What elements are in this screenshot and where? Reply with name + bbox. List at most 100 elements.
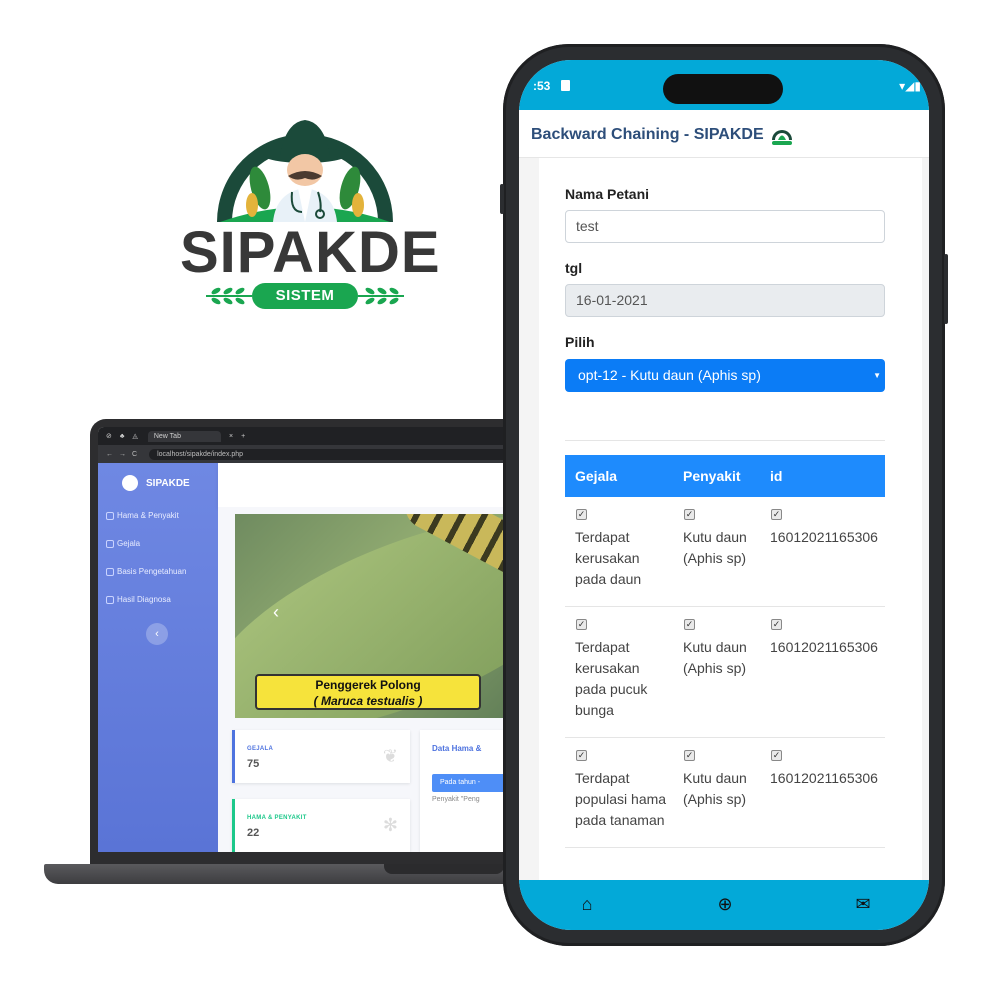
penyakit-cell: ✓ Kutu daun (Aphis sp) bbox=[673, 606, 760, 738]
farmer-doctor-emblem-icon bbox=[217, 120, 393, 222]
browser-tab-icon[interactable]: ♣ bbox=[120, 433, 125, 440]
sipakde-logo: SIPAKDE SISTEM PAKAR bbox=[180, 100, 441, 330]
phone-content: Nama Petani test tgl 16-01-2021 Pilih op… bbox=[519, 158, 929, 880]
penyakit-cell: ✓ Kutu daun (Aphis sp) bbox=[673, 737, 760, 848]
laptop-screen: ⊘ ♣ ◬ New Tab × + ←→C localhost/sipakde/… bbox=[98, 427, 556, 852]
form-divider bbox=[565, 440, 885, 441]
browser-tab-active[interactable]: New Tab bbox=[147, 430, 221, 442]
penyakit-cell: ✓ Kutu daun (Aphis sp) bbox=[673, 497, 760, 607]
logo-brand: SIPAKDE bbox=[180, 220, 441, 285]
browser-tab-icon[interactable]: ⊘ bbox=[106, 432, 112, 440]
status-icons: ▾◢▮ bbox=[899, 79, 921, 93]
hama-penyakit-stat-card[interactable]: HAMA & PENYAKIT 22 ✻ bbox=[232, 799, 410, 852]
carousel-caption: Penggerek Polong ( Maruca testualis ) bbox=[255, 674, 481, 710]
gejala-stat-card[interactable]: GEJALA 75 ❦ bbox=[232, 730, 410, 783]
checkbox-checked[interactable]: ✓ bbox=[684, 619, 695, 630]
sidebar-brand-label: SIPAKDE bbox=[146, 477, 190, 489]
sidebar-item-label: Hasil Diagnosa bbox=[117, 595, 171, 604]
browser-tab-icon[interactable]: ◬ bbox=[132, 432, 137, 440]
table-icon bbox=[106, 595, 114, 604]
checkbox-checked[interactable]: ✓ bbox=[684, 509, 695, 520]
sidebar-item-hama-penyakit[interactable]: Hama & Penyakit bbox=[106, 511, 179, 520]
gejala-text: Terdapat kerusakan pada daun bbox=[575, 529, 642, 587]
logo-tagline: SISTEM PAKAR bbox=[252, 283, 358, 330]
checkbox-checked[interactable]: ✓ bbox=[576, 509, 587, 520]
id-cell: ✓ 16012021165306 bbox=[760, 737, 885, 848]
checkbox-checked[interactable]: ✓ bbox=[771, 750, 782, 761]
phone-side-button bbox=[500, 184, 504, 214]
browser-nav-icons[interactable]: ←→C bbox=[106, 451, 143, 458]
gejala-text: Terdapat kerusakan pada pucuk bunga bbox=[575, 639, 648, 718]
pilih-label: Pilih bbox=[565, 334, 595, 350]
sidebar-item-label: Basis Pengetahuan bbox=[117, 567, 187, 576]
column-header-penyakit: Penyakit bbox=[673, 455, 760, 497]
address-input[interactable]: localhost/sipakde/index.php bbox=[149, 448, 510, 460]
laptop-notch bbox=[384, 864, 504, 874]
pest-image-carousel: ‹ Penggerek Polong ( Maruca testualis ) bbox=[235, 514, 535, 718]
checkbox-checked[interactable]: ✓ bbox=[771, 509, 782, 520]
card-title: Data Hama & bbox=[432, 744, 482, 753]
checkbox-checked[interactable]: ✓ bbox=[684, 750, 695, 761]
gejala-cell: ✓ Terdapat kerusakan pada daun bbox=[565, 497, 673, 607]
browser-address-bar: ←→C localhost/sipakde/index.php bbox=[98, 445, 556, 463]
nama-petani-input[interactable]: test bbox=[565, 210, 885, 243]
penyakit-text: Kutu daun (Aphis sp) bbox=[683, 639, 747, 676]
table-row: ✓ Terdapat populasi hama pada tanaman ✓ Ku… bbox=[565, 737, 885, 848]
checkbox-checked[interactable]: ✓ bbox=[576, 619, 587, 630]
new-tab-icon[interactable]: + bbox=[241, 433, 245, 440]
checkbox-checked[interactable]: ✓ bbox=[576, 750, 587, 761]
penyakit-text: Kutu daun (Aphis sp) bbox=[683, 529, 747, 566]
gejala-cell: ✓ Terdapat kerusakan pada pucuk bunga bbox=[565, 606, 673, 738]
leaf-icon bbox=[106, 539, 114, 548]
id-text: 16012021165306 bbox=[770, 529, 878, 545]
dynamic-island bbox=[663, 74, 783, 104]
app-bar: Backward Chaining - SIPAKDE bbox=[519, 110, 929, 158]
table-row: ✓ Terdapat kerusakan pada daun ✓ Kutu daun… bbox=[565, 497, 885, 607]
chat-icon[interactable]: ✉ bbox=[852, 893, 874, 915]
phone-mockup: :53 ▾◢▮ Backward Chaining - SIPAKDE Nama… bbox=[500, 44, 948, 946]
diagnosis-form-panel: Nama Petani test tgl 16-01-2021 Pilih op… bbox=[539, 158, 922, 880]
table-row: ✓ Terdapat kerusakan pada pucuk bunga ✓ Ku… bbox=[565, 606, 885, 738]
sidebar-item-gejala[interactable]: Gejala bbox=[106, 539, 140, 548]
status-time: :53 bbox=[533, 79, 551, 93]
id-text: 16012021165306 bbox=[770, 770, 878, 786]
tgl-label: tgl bbox=[565, 260, 583, 276]
sidebar-toggle-button[interactable]: ‹ bbox=[146, 623, 168, 645]
sidebar-item-label: Gejala bbox=[117, 539, 141, 548]
sidebar-item-label: Hama & Penyakit bbox=[117, 511, 179, 520]
tgl-input[interactable]: 16-01-2021 bbox=[565, 284, 885, 317]
stat-value: 75 bbox=[247, 758, 260, 770]
sim-icon bbox=[561, 80, 570, 91]
checkbox-checked[interactable]: ✓ bbox=[771, 619, 782, 630]
carousel-prev-button[interactable]: ‹ bbox=[273, 602, 279, 623]
caption-line-2: ( Maruca testualis ) bbox=[313, 694, 423, 708]
id-cell: ✓ 16012021165306 bbox=[760, 497, 885, 607]
bug-icon bbox=[106, 511, 114, 520]
column-header-id: id bbox=[760, 455, 885, 497]
sidebar-item-hasil-diagnosa[interactable]: Hasil Diagnosa bbox=[106, 595, 171, 604]
gejala-text: Terdapat populasi hama pada tanaman bbox=[575, 770, 667, 828]
sidebar-brand[interactable]: SIPAKDE bbox=[122, 475, 190, 491]
brand-logo-icon bbox=[122, 475, 138, 491]
column-header-gejala: Gejala bbox=[565, 455, 673, 497]
phone-side-button bbox=[944, 254, 948, 324]
phone-screen: :53 ▾◢▮ Backward Chaining - SIPAKDE Nama… bbox=[519, 60, 929, 930]
sidebar-item-basis-pengetahuan[interactable]: Basis Pengetahuan bbox=[106, 567, 186, 576]
chevron-down-icon: ▼ bbox=[873, 371, 881, 380]
pilih-select[interactable]: opt-12 - Kutu daun (Aphis sp) ▼ bbox=[565, 359, 885, 392]
bug-icon: ✻ bbox=[382, 815, 398, 835]
close-tab-icon[interactable]: × bbox=[229, 433, 233, 440]
gejala-cell: ✓ Terdapat populasi hama pada tanaman bbox=[565, 737, 673, 848]
id-cell: ✓ 16012021165306 bbox=[760, 606, 885, 738]
stat-value: 22 bbox=[247, 827, 260, 839]
stat-label: GEJALA bbox=[247, 746, 274, 752]
card-subtext: Penyakit "Peng bbox=[432, 796, 480, 803]
add-circle-icon[interactable]: ⊕ bbox=[714, 893, 736, 915]
table-icon bbox=[106, 567, 114, 576]
stat-label: HAMA & PENYAKIT bbox=[247, 815, 307, 821]
home-icon[interactable]: ⌂ bbox=[576, 893, 598, 915]
pilih-selected-value: opt-12 - Kutu daun (Aphis sp) bbox=[578, 367, 761, 383]
sidebar: SIPAKDE Hama & Penyakit Gejala Basis Pen… bbox=[98, 463, 218, 852]
bottom-navigation: ⌂ ⊕ ✉ bbox=[519, 880, 929, 930]
app-title: Backward Chaining - SIPAKDE bbox=[531, 126, 764, 143]
